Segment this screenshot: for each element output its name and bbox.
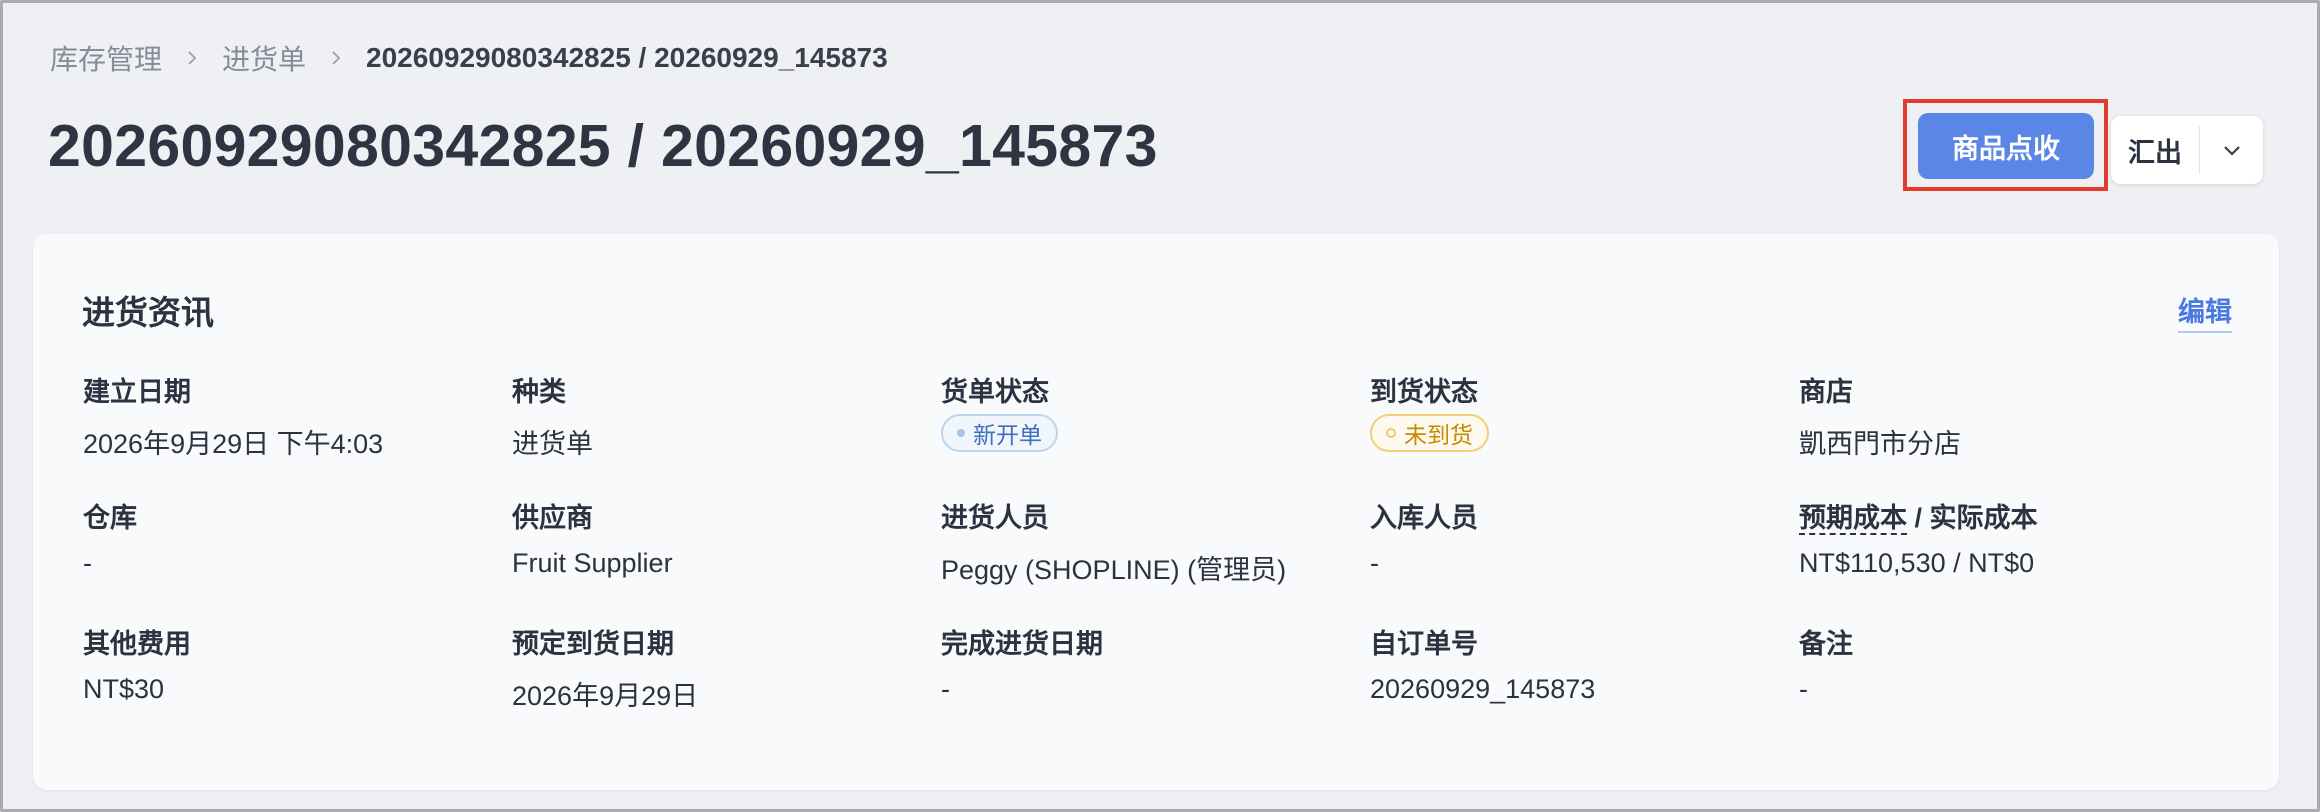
export-button[interactable]: 汇出	[2111, 116, 2199, 184]
expected-cost-tooltip-label[interactable]: 预期成本	[1799, 503, 1907, 535]
breadcrumb-current: 20260929080342825 / 20260929_145873	[366, 42, 888, 73]
field-label: 货单状态	[941, 377, 1049, 407]
field-label: 仓库	[83, 503, 137, 533]
field-value: 凱西門市分店	[1799, 429, 1961, 459]
field-value: -	[83, 548, 92, 578]
cost-label-separator: /	[1907, 503, 1930, 533]
field-label: 到货状态	[1370, 377, 1478, 407]
field-supplier: 供应商 Fruit Supplier	[512, 496, 932, 579]
field-arrival-status: 到货状态 未到货	[1370, 370, 1790, 452]
actual-cost-label: 实际成本	[1929, 503, 2038, 533]
field-store: 商店 凱西門市分店	[1799, 370, 2219, 461]
field-label: 供应商	[512, 503, 593, 533]
status-badge-text: 新开单	[973, 422, 1042, 448]
card-title: 进货资讯	[82, 294, 214, 331]
chevron-right-icon	[328, 50, 344, 66]
field-label: 预定到货日期	[512, 629, 674, 659]
export-button-group: 汇出	[2111, 116, 2263, 184]
field-label: 种类	[512, 377, 566, 407]
status-badge-pending: 未到货	[1370, 414, 1489, 452]
field-label: 备注	[1799, 629, 1853, 659]
field-value: 2026年9月29日 下午4:03	[83, 429, 384, 459]
field-label: 建立日期	[83, 377, 191, 407]
field-value: Peggy (SHOPLINE) (管理员)	[941, 555, 1287, 585]
field-value: -	[941, 674, 950, 704]
field-value: Fruit Supplier	[512, 548, 673, 578]
field-type: 种类 进货单	[512, 370, 932, 461]
field-label: 进货人员	[941, 503, 1049, 533]
field-custom-order-no: 自订单号 20260929_145873	[1370, 622, 1790, 705]
field-label: 商店	[1799, 377, 1853, 407]
receive-goods-button[interactable]: 商品点收	[1918, 113, 2094, 179]
export-dropdown-toggle[interactable]	[2200, 116, 2263, 184]
field-value: 20260929_145873	[1370, 674, 1596, 704]
field-other-fees: 其他费用 NT$30	[83, 622, 503, 705]
field-value: -	[1370, 548, 1379, 578]
field-value: NT$110,530 / NT$0	[1799, 548, 2035, 578]
page-title: 20260929080342825 / 20260929_145873	[48, 113, 1158, 179]
field-label: 其他费用	[83, 629, 191, 659]
field-value: NT$30	[83, 674, 165, 704]
breadcrumb: 库存管理 进货单 20260929080342825 / 20260929_14…	[50, 40, 888, 76]
purchase-info-card: 进货资讯 编辑 建立日期 2026年9月29日 下午4:03 种类 进货单 货单…	[33, 234, 2279, 790]
field-receiver: 入库人员 -	[1370, 496, 1790, 579]
field-notes: 备注 -	[1799, 622, 2219, 705]
breadcrumb-purchase-orders-link[interactable]: 进货单	[222, 38, 306, 78]
status-badge-text: 未到货	[1404, 422, 1473, 448]
chevron-down-icon	[2223, 146, 2240, 156]
field-label: 完成进货日期	[941, 629, 1103, 659]
field-cost: 预期成本 / 实际成本 NT$110,530 / NT$0	[1799, 496, 2219, 579]
field-completed-date: 完成进货日期 -	[941, 622, 1361, 705]
field-label: 预期成本 / 实际成本	[1799, 496, 2219, 535]
status-badge-new: 新开单	[941, 414, 1058, 452]
field-expected-arrival: 预定到货日期 2026年9月29日	[512, 622, 932, 713]
edit-link[interactable]: 编辑	[2178, 290, 2232, 333]
breadcrumb-inventory-link[interactable]: 库存管理	[50, 38, 162, 78]
field-purchaser: 进货人员 Peggy (SHOPLINE) (管理员)	[941, 496, 1361, 587]
status-dot-icon	[957, 429, 965, 437]
status-dot-icon	[1386, 428, 1396, 438]
field-order-status: 货单状态 新开单	[941, 370, 1361, 452]
field-warehouse: 仓库 -	[83, 496, 503, 579]
field-value: 进货单	[512, 429, 593, 459]
field-label: 自订单号	[1370, 629, 1478, 659]
field-value: -	[1799, 674, 1808, 704]
field-created-date: 建立日期 2026年9月29日 下午4:03	[83, 370, 503, 461]
field-value: 2026年9月29日	[512, 681, 699, 711]
field-label: 入库人员	[1370, 503, 1478, 533]
chevron-right-icon	[184, 50, 200, 66]
